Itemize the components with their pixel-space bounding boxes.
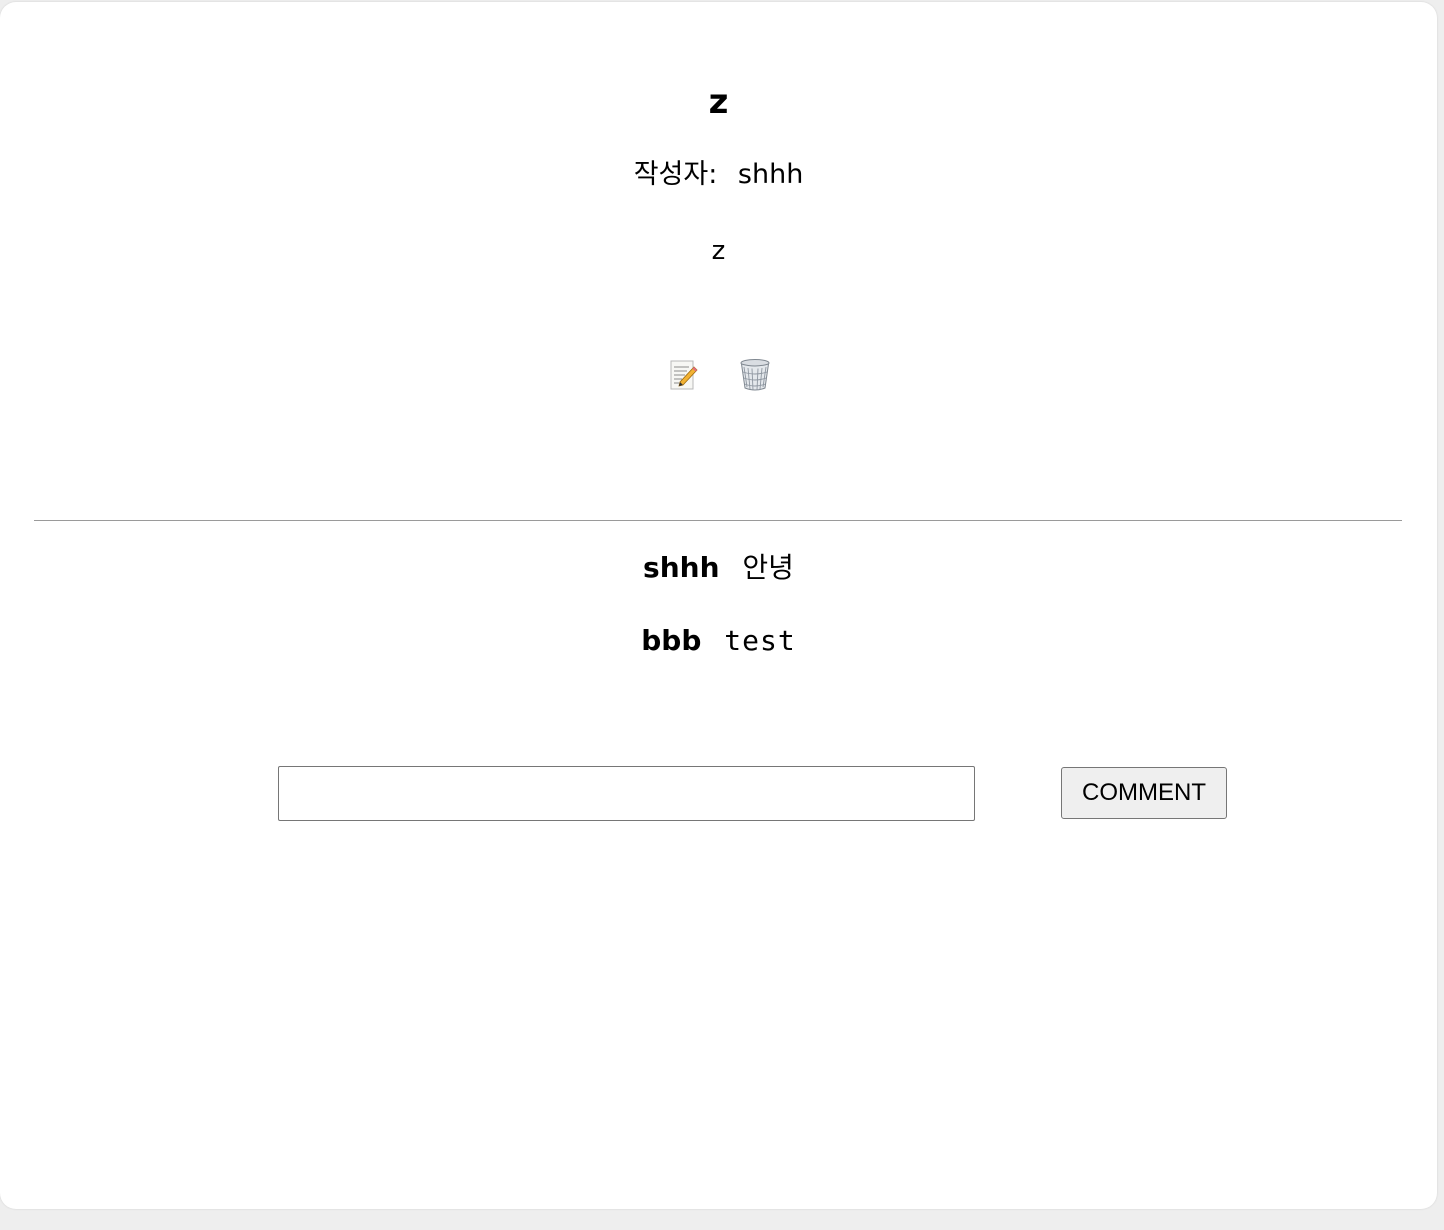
post-actions — [0, 358, 1437, 392]
comment-item: shhh 안녕 — [0, 550, 1437, 586]
author-name: shhh — [737, 159, 804, 190]
comment-submit-button[interactable]: COMMENT — [1061, 767, 1227, 819]
post-card: z 작성자: shhh z shhh 안녕 bbb test COMMENT — [0, 2, 1437, 1209]
author-label: 작성자: — [633, 159, 718, 190]
comment-text: test — [724, 624, 796, 657]
post-content: z — [711, 236, 726, 266]
author-line: 작성자: shhh — [0, 157, 1437, 193]
comment-author: bbb — [641, 624, 702, 657]
memo-pencil-icon[interactable] — [667, 358, 699, 392]
post-title: z — [708, 82, 729, 122]
section-divider — [34, 520, 1402, 521]
wastebasket-icon[interactable] — [739, 358, 771, 392]
comment-text: 안녕 — [742, 551, 794, 584]
comment-item: bbb test — [0, 623, 1437, 659]
comment-author: shhh — [643, 551, 720, 584]
comment-input[interactable] — [278, 766, 975, 821]
